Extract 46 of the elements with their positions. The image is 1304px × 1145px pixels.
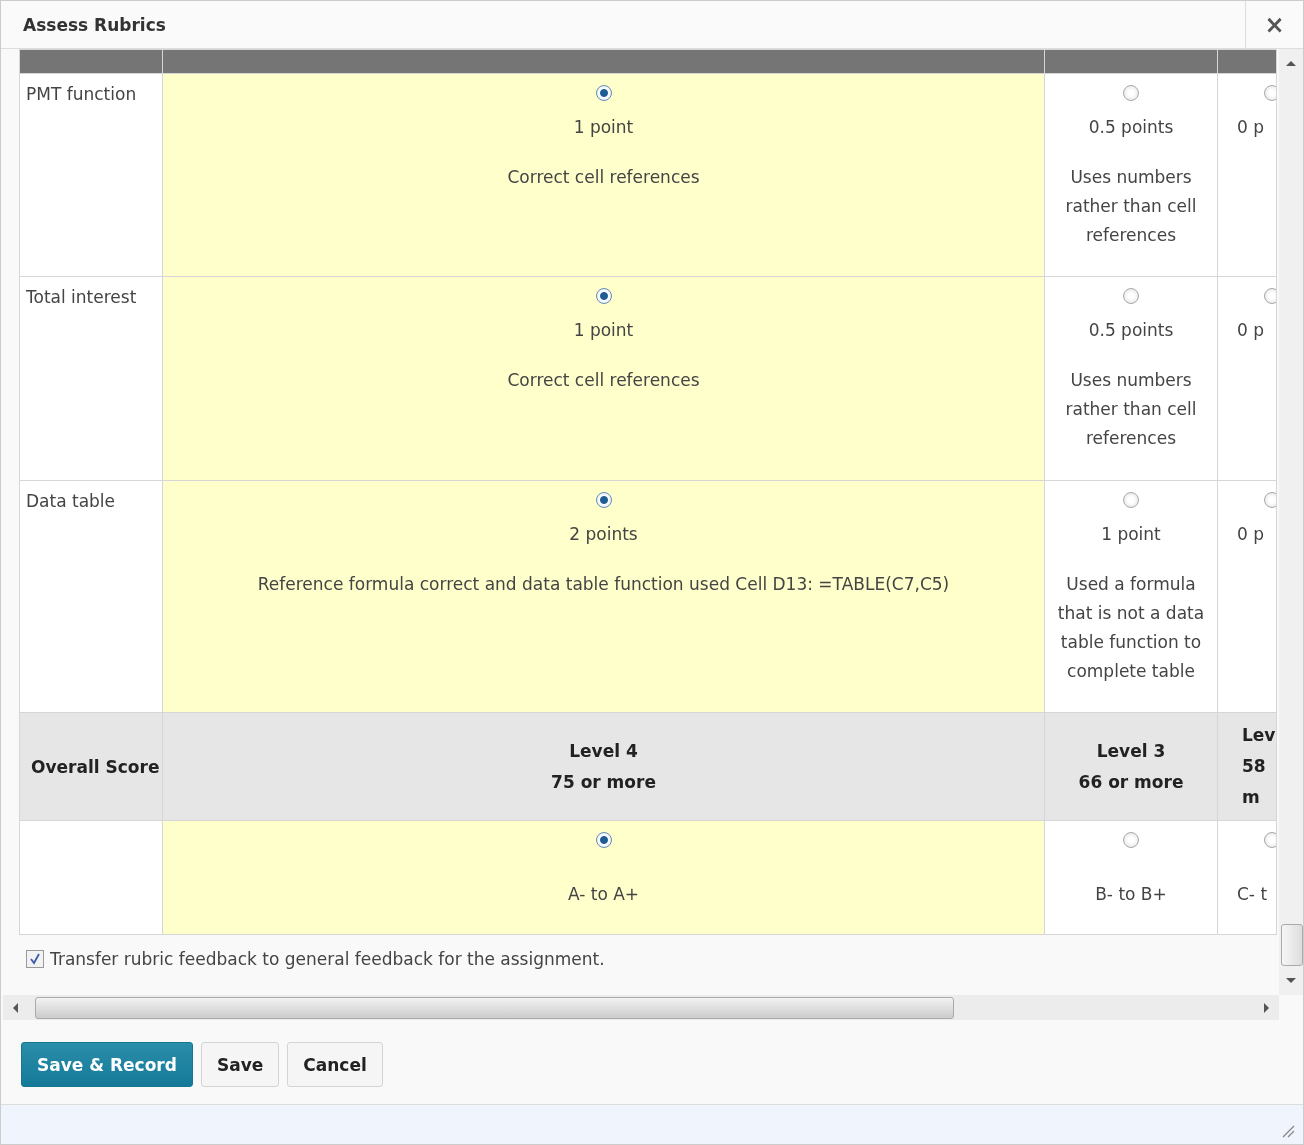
points-label: 2 points <box>568 524 639 544</box>
points-label: 0 p <box>1237 117 1265 137</box>
criterion-name: PMT function <box>19 73 163 277</box>
level-range: 66 or more <box>1077 770 1185 794</box>
grade-label: C- t <box>1237 884 1269 904</box>
level-range: 75 or more <box>550 770 657 794</box>
resize-grip-icon[interactable] <box>1281 1124 1295 1138</box>
points-label: 1 point <box>1100 524 1162 544</box>
points-label: 1 point <box>572 320 635 340</box>
radio-button[interactable] <box>595 288 612 304</box>
grade-label: A- to A+ <box>566 884 641 904</box>
dialog-button[interactable]: Save <box>200 1042 280 1087</box>
overall-score-label: Overall Score <box>19 712 163 821</box>
checkbox[interactable] <box>26 950 44 968</box>
radio-button[interactable] <box>595 85 612 101</box>
radio-button[interactable] <box>1123 288 1139 304</box>
points-label: 0.5 points <box>1087 320 1175 340</box>
level-range: m <box>1242 786 1261 809</box>
horizontal-scrollbar[interactable] <box>3 995 1279 1020</box>
radio-button[interactable] <box>595 492 612 508</box>
save-record-button[interactable]: Save & Record <box>21 1042 193 1087</box>
radio-button[interactable] <box>1123 492 1139 508</box>
criterion-name: Data table <box>19 480 163 713</box>
points-label: 1 point <box>572 117 635 137</box>
points-label: 0.5 points <box>1087 117 1175 137</box>
level-title: Lev <box>1242 724 1276 747</box>
dialog-button[interactable]: Cancel <box>287 1042 383 1087</box>
level-description: Uses numbers rather than cell references <box>1064 369 1198 450</box>
level-description: Reference formula correct and data table function used Cell D13: =TABLE(C7,C5) <box>256 573 951 596</box>
grade-label: B- to B+ <box>1094 884 1168 904</box>
points-label: 0 p <box>1237 524 1265 544</box>
level-description: Used a formula that is not a data table function to complete table <box>1056 573 1206 683</box>
checkbox-label: Transfer rubric feedback to general feedback for the assignment. <box>50 949 605 969</box>
level-title: Level 4 <box>568 739 639 763</box>
dialog-title: Assess Rubrics <box>22 14 167 35</box>
vertical-scrollbar[interactable] <box>1279 49 1303 995</box>
points-label: 0 p <box>1237 320 1265 340</box>
level-description: Correct cell references <box>506 166 701 189</box>
level-range: 58 <box>1242 755 1267 778</box>
level-title: Level 3 <box>1095 739 1167 763</box>
criterion-name: Total interest <box>19 276 163 481</box>
radio-button[interactable] <box>595 832 612 848</box>
level-description: Uses numbers rather than cell references <box>1064 166 1198 247</box>
radio-button[interactable] <box>1123 832 1139 848</box>
radio-button[interactable] <box>1123 85 1139 101</box>
level-description: Correct cell references <box>506 369 701 392</box>
